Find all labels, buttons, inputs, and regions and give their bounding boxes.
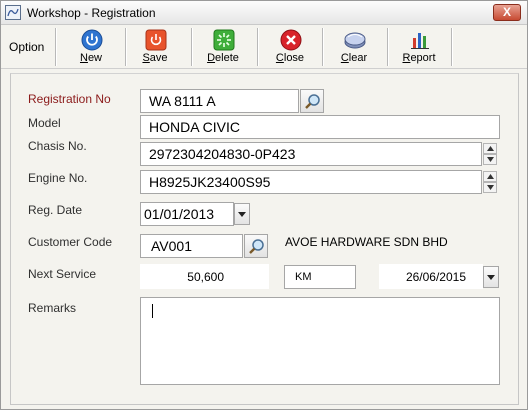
reg-date-dropdown-button[interactable] — [234, 203, 250, 225]
engine-no-spinner[interactable] — [483, 171, 497, 193]
close-button[interactable]: Close — [258, 27, 322, 67]
chevron-down-icon — [487, 275, 495, 280]
toolbar-separator — [451, 28, 452, 66]
save-button[interactable]: Save — [123, 27, 187, 67]
customer-name: AVOE HARDWARE SDN BHD — [285, 235, 448, 249]
delete-icon — [213, 29, 235, 51]
toolbar: Option New Save Delete Close Clear Repor… — [1, 26, 527, 69]
close-icon — [280, 29, 302, 51]
remarks-textarea[interactable] — [140, 297, 500, 385]
clear-button[interactable]: Clear — [322, 27, 386, 67]
arrow-up-icon — [487, 146, 494, 151]
chasis-no-spinner[interactable] — [483, 143, 497, 165]
customer-search-button[interactable] — [244, 234, 268, 258]
spin-up-button[interactable] — [483, 143, 497, 154]
chasis-no-label: Chasis No. — [28, 139, 87, 153]
magnifier-icon — [249, 239, 264, 254]
text-caret — [152, 304, 153, 318]
next-service-date-dropdown-button[interactable] — [483, 266, 499, 288]
save-button-label: Save — [142, 52, 168, 64]
spin-down-button[interactable] — [483, 154, 497, 165]
power-icon — [81, 29, 103, 51]
spin-down-button[interactable] — [483, 182, 497, 193]
report-icon — [411, 33, 429, 49]
next-service-unit-field[interactable]: KM — [284, 265, 356, 289]
delete-button-label: Delete — [207, 52, 239, 64]
reg-date-field[interactable]: 01/01/2013 — [140, 202, 234, 226]
report-button[interactable]: Report — [387, 27, 451, 67]
delete-button[interactable]: Delete — [191, 27, 255, 67]
remarks-label: Remarks — [28, 301, 77, 315]
engine-no-label: Engine No. — [28, 171, 88, 185]
model-field[interactable]: HONDA CIVIC — [140, 115, 500, 139]
window-close-button[interactable]: X — [493, 4, 521, 21]
next-service-mileage-field[interactable]: 50,600 — [140, 264, 269, 289]
engine-no-field[interactable]: H8925JK23400S95 — [140, 170, 482, 194]
toolbar-separator — [55, 28, 56, 66]
next-service-label: Next Service — [28, 267, 97, 281]
customer-code-label: Customer Code — [28, 235, 113, 249]
arrow-up-icon — [487, 174, 494, 179]
clear-button-label: Clear — [340, 52, 368, 64]
clear-icon — [344, 32, 366, 49]
title-bar[interactable]: Workshop - Registration X — [1, 1, 527, 25]
option-label: Option — [9, 40, 45, 54]
new-button-label: New — [79, 52, 102, 64]
arrow-down-icon — [487, 185, 494, 190]
registration-no-field[interactable]: WA 8111 A — [140, 89, 299, 113]
model-label: Model — [28, 116, 61, 130]
window-title: Workshop - Registration — [27, 6, 156, 20]
spin-up-button[interactable] — [483, 171, 497, 182]
reg-date-label: Reg. Date — [28, 203, 83, 217]
registration-search-button[interactable] — [300, 89, 324, 113]
chasis-no-field[interactable]: 2972304204830-0P423 — [140, 142, 482, 166]
report-button-label: Report — [402, 52, 436, 64]
close-button-label: Close — [275, 52, 305, 64]
magnifier-icon — [305, 94, 320, 109]
customer-code-field[interactable]: AV001 — [140, 234, 243, 258]
registration-window: Workshop - Registration X Option New Sav… — [0, 0, 528, 410]
arrow-down-icon — [487, 157, 494, 162]
registration-no-label: Registration No — [28, 92, 111, 106]
app-icon — [5, 5, 21, 20]
chevron-down-icon — [238, 212, 246, 217]
save-icon — [145, 29, 167, 51]
next-service-date-field[interactable]: 26/06/2015 — [379, 264, 483, 289]
new-button[interactable]: New — [59, 27, 123, 67]
